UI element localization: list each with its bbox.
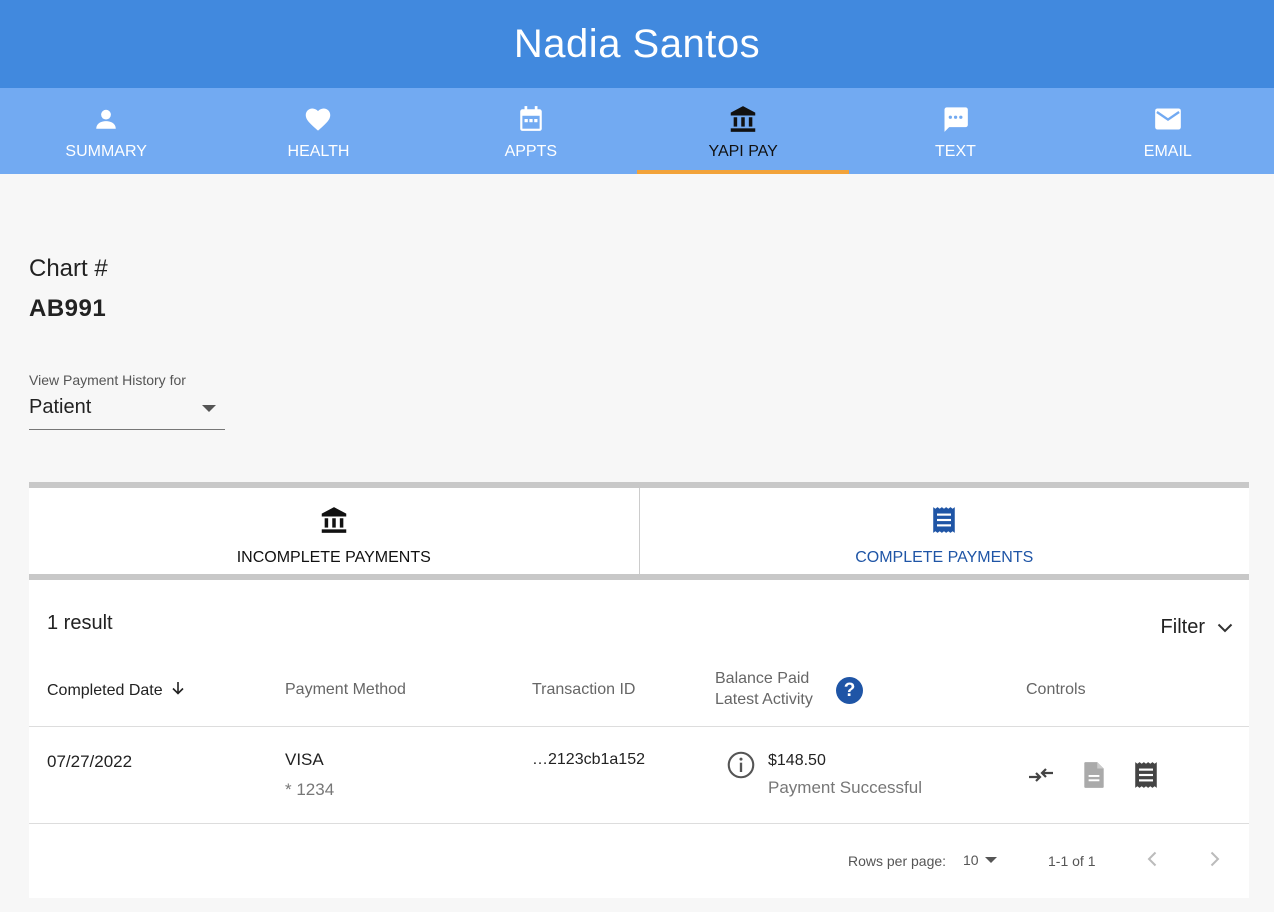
nav-tab-summary[interactable]: SUMMARY (0, 88, 212, 174)
nav-tab-text[interactable]: TEXT (849, 88, 1061, 174)
header-payment-method: Payment Method (285, 681, 406, 698)
filter-label: Filter (1160, 616, 1205, 638)
rows-per-page-label: Rows per page: (848, 853, 947, 869)
row-completed-date: 07/27/2022 (47, 752, 133, 771)
bank-icon (729, 105, 757, 133)
tab-complete-payments-label: COMPLETE PAYMENTS (855, 549, 1034, 566)
receipt-icon (931, 506, 957, 539)
caret-down-icon (202, 405, 216, 412)
caret-down-icon (984, 857, 997, 863)
chevron-down-icon (1217, 616, 1233, 639)
pagination-range: 1-1 of 1 (1048, 853, 1096, 869)
chevron-right-icon (1210, 851, 1220, 872)
payment-history-dropdown[interactable]: Patient (29, 396, 225, 430)
transfer-icon[interactable] (1027, 761, 1055, 789)
chart-number-value: AB991 (29, 295, 107, 322)
receipt-icon[interactable] (1132, 761, 1160, 789)
nav-label-summary: SUMMARY (65, 143, 147, 160)
row-card-last4: * 1234 (285, 780, 335, 799)
chat-icon (941, 105, 969, 133)
payment-history-select: View Payment History for Patient (29, 372, 225, 430)
result-count: 1 result (47, 612, 113, 634)
chevron-left-icon (1147, 851, 1157, 872)
main-nav: SUMMARY HEALTH APPTS YAPI PAY TEXT EMAIL (0, 88, 1274, 174)
header-controls: Controls (1026, 681, 1086, 698)
person-icon (92, 105, 120, 133)
tab-incomplete-payments[interactable]: INCOMPLETE PAYMENTS (29, 488, 639, 574)
row-amount: $148.50 (768, 752, 826, 769)
bank-icon (320, 506, 348, 539)
nav-tab-yapi-pay[interactable]: YAPI PAY (636, 88, 850, 174)
nav-label-health: HEALTH (287, 143, 350, 160)
nav-label-yapi-pay: YAPI PAY (708, 143, 778, 160)
nav-tab-email[interactable]: EMAIL (1062, 88, 1274, 174)
header-transaction-id: Transaction ID (532, 681, 636, 698)
rows-per-page-select[interactable]: 10 (963, 852, 997, 868)
nav-label-appts: APPTS (504, 143, 558, 160)
header-divider (29, 726, 1249, 727)
payment-tabs: INCOMPLETE PAYMENTS COMPLETE PAYMENTS (29, 482, 1249, 580)
row-status: Payment Successful (768, 778, 923, 797)
heart-icon (304, 105, 332, 133)
calendar-icon (517, 105, 545, 133)
nav-label-email: EMAIL (1143, 143, 1192, 160)
chart-number-label: Chart # (29, 255, 108, 282)
header-completed-date[interactable]: Completed Date (47, 681, 185, 700)
prev-page-button[interactable] (1141, 850, 1163, 872)
patient-name: Nadia Santos (513, 21, 761, 66)
mail-icon (1154, 105, 1182, 133)
rows-per-page-value: 10 (963, 852, 979, 868)
nav-tab-health[interactable]: HEALTH (212, 88, 424, 174)
app-header: Nadia Santos (0, 0, 1274, 88)
help-icon[interactable]: ? (836, 677, 863, 704)
next-page-button[interactable] (1204, 850, 1226, 872)
payment-history-select-label: View Payment History for (29, 372, 186, 388)
tab-incomplete-payments-label: INCOMPLETE PAYMENTS (236, 549, 431, 566)
row-transaction-id: …2123cb1a152 (532, 751, 645, 768)
header-completed-date-label: Completed Date (47, 681, 163, 699)
info-icon[interactable] (727, 751, 755, 784)
nav-tab-appts[interactable]: APPTS (425, 88, 637, 174)
filter-button[interactable]: Filter (1161, 616, 1233, 639)
tab-complete-payments[interactable]: COMPLETE PAYMENTS (638, 488, 1250, 574)
document-icon[interactable] (1080, 761, 1108, 789)
nav-label-text: TEXT (935, 143, 976, 160)
header-balance-paid: Balance Paid (715, 670, 810, 687)
row-card-type: VISA (285, 750, 324, 769)
row-divider (29, 823, 1249, 824)
payments-table-card: 1 result Filter Completed Date Payment M… (29, 580, 1249, 898)
payment-history-select-value: Patient (29, 396, 92, 418)
arrow-down-icon (171, 681, 185, 700)
header-latest-activity: Latest Activity (715, 691, 813, 708)
